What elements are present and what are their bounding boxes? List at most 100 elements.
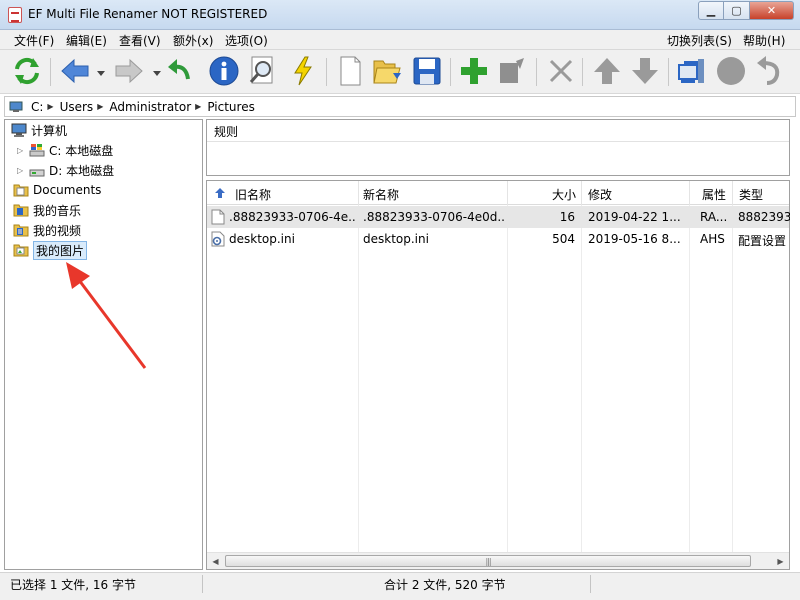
- column-new-name[interactable]: 新名称: [363, 186, 399, 203]
- address-bar[interactable]: C: ▶ Users ▶ Administrator ▶ Pictures: [4, 96, 796, 117]
- info-icon: [209, 56, 239, 86]
- menu-view[interactable]: 查看(V): [119, 32, 161, 49]
- column-type[interactable]: 类型: [739, 186, 763, 203]
- save-button[interactable]: [410, 54, 444, 88]
- column-old-name[interactable]: 旧名称: [235, 186, 271, 203]
- undo-icon: [168, 59, 190, 80]
- tree-item-videos[interactable]: 我的视频: [13, 220, 81, 240]
- new-button[interactable]: [333, 54, 367, 88]
- documents-folder-icon: [13, 184, 29, 197]
- forward-dropdown-icon[interactable]: [153, 69, 161, 77]
- open-button[interactable]: [370, 54, 404, 88]
- cell-size: 16: [559, 210, 575, 224]
- cell-type: 88823933: [738, 210, 790, 224]
- chevron-right-icon[interactable]: ▶: [97, 102, 103, 111]
- tree-item-label: D: 本地磁盘: [49, 163, 115, 178]
- file-list-header: 旧名称 新名称 大小 修改 属性 类型: [207, 181, 789, 205]
- rules-header-label: 规则: [214, 125, 239, 139]
- settings-button[interactable]: [675, 54, 709, 88]
- horizontal-scrollbar[interactable]: ◀ ||| ▶: [207, 552, 789, 569]
- menu-help[interactable]: 帮助(H): [743, 32, 785, 49]
- expand-icon[interactable]: ▷: [17, 146, 26, 155]
- back-icon: [61, 58, 89, 84]
- tree-item-label: 计算机: [31, 123, 68, 138]
- tree-item-drive-d[interactable]: ▷ D: 本地磁盘: [17, 160, 114, 180]
- cell-attributes: AHS: [700, 232, 725, 246]
- forward-button[interactable]: [112, 54, 146, 88]
- scroll-right-icon[interactable]: ▶: [772, 553, 789, 569]
- record-icon: [717, 57, 745, 85]
- move-down-button[interactable]: [628, 54, 662, 88]
- tree-item-pictures[interactable]: 我的图片: [13, 240, 88, 260]
- expand-icon[interactable]: ▷: [17, 166, 26, 175]
- tree-item-computer[interactable]: 计算机: [11, 120, 67, 140]
- move-up-button[interactable]: [590, 54, 624, 88]
- new-icon: [340, 56, 361, 86]
- undo-button[interactable]: [163, 54, 197, 88]
- preview-button[interactable]: [245, 54, 279, 88]
- save-icon: [413, 57, 441, 85]
- menu-toggle-list[interactable]: 切换列表(S): [667, 32, 732, 49]
- close-button[interactable]: ✕: [750, 1, 794, 20]
- delete-rule-button[interactable]: [544, 54, 578, 88]
- menu-extra[interactable]: 额外(x): [173, 32, 213, 49]
- title-bar: EF Multi File Renamer NOT REGISTERED ▁ ▢…: [0, 0, 800, 30]
- cell-modified: 2019-04-22 1...: [588, 210, 681, 224]
- edit-rule-button[interactable]: [495, 54, 529, 88]
- cell-old-name: .88823933-0706-4e...: [229, 210, 355, 224]
- move-down-icon: [632, 58, 658, 84]
- tree-item-music[interactable]: 我的音乐: [13, 200, 81, 220]
- folder-tree: 计算机 ▷ C: 本地磁盘 ▷ D: 本地磁盘 Documents 我的音乐 我…: [4, 119, 203, 570]
- chevron-right-icon[interactable]: ▶: [195, 102, 201, 111]
- window-title: EF Multi File Renamer NOT REGISTERED: [28, 7, 268, 21]
- menu-file[interactable]: 文件(F): [14, 32, 54, 49]
- cell-new-name: .88823933-0706-4e0d...: [363, 210, 505, 224]
- ini-file-icon: [211, 231, 225, 247]
- menu-edit[interactable]: 编辑(E): [66, 32, 107, 49]
- cell-type: 配置设置: [738, 234, 787, 248]
- column-modified[interactable]: 修改: [588, 186, 612, 203]
- scroll-left-icon[interactable]: ◀: [207, 553, 224, 569]
- cell-new-name: desktop.ini: [363, 232, 429, 246]
- address-segment-c[interactable]: C:: [31, 100, 43, 114]
- address-segment-users[interactable]: Users: [60, 100, 94, 114]
- blank-file-icon: [211, 209, 225, 225]
- tree-item-documents[interactable]: Documents: [13, 180, 101, 200]
- refresh-button[interactable]: [10, 54, 44, 88]
- delete-rule-icon: [549, 59, 573, 83]
- tree-item-label: C: 本地磁盘: [49, 143, 114, 158]
- pictures-folder-icon: [13, 244, 29, 257]
- back-button[interactable]: [58, 54, 92, 88]
- address-segment-pictures[interactable]: Pictures: [207, 100, 255, 114]
- video-folder-icon: [13, 224, 29, 237]
- settings-icon: [678, 59, 704, 83]
- rules-header[interactable]: 规则: [207, 120, 789, 142]
- tree-item-label: 我的视频: [33, 223, 82, 238]
- record-button[interactable]: [714, 54, 748, 88]
- table-row[interactable]: .88823933-0706-4e... .88823933-0706-4e0d…: [207, 206, 790, 228]
- computer-icon: [9, 101, 23, 112]
- computer-icon: [11, 123, 27, 137]
- drive-icon: [29, 169, 45, 177]
- table-row[interactable]: desktop.ini desktop.ini 504 2019-05-16 8…: [207, 228, 789, 250]
- add-rule-button[interactable]: [457, 54, 491, 88]
- address-segment-administrator[interactable]: Administrator: [109, 100, 191, 114]
- scrollbar-thumb[interactable]: |||: [225, 555, 751, 567]
- tree-item-drive-c[interactable]: ▷ C: 本地磁盘: [17, 140, 113, 160]
- column-size[interactable]: 大小: [552, 186, 576, 203]
- chevron-right-icon[interactable]: ▶: [47, 102, 53, 111]
- scrollbar-grip: |||: [485, 557, 491, 566]
- menu-options[interactable]: 选项(O): [225, 32, 268, 49]
- info-button[interactable]: [207, 54, 241, 88]
- tree-item-label: Documents: [33, 183, 102, 197]
- minimize-button[interactable]: ▁: [698, 1, 724, 20]
- rules-pane[interactable]: 规则: [206, 119, 790, 176]
- redo-icon: [757, 56, 780, 85]
- maximize-button[interactable]: ▢: [724, 1, 750, 20]
- column-attributes[interactable]: 属性: [702, 186, 726, 203]
- execute-button[interactable]: [286, 54, 320, 88]
- move-up-icon: [594, 58, 620, 84]
- back-dropdown-icon[interactable]: [97, 69, 105, 77]
- redo-button[interactable]: [752, 54, 786, 88]
- execute-icon: [294, 56, 312, 86]
